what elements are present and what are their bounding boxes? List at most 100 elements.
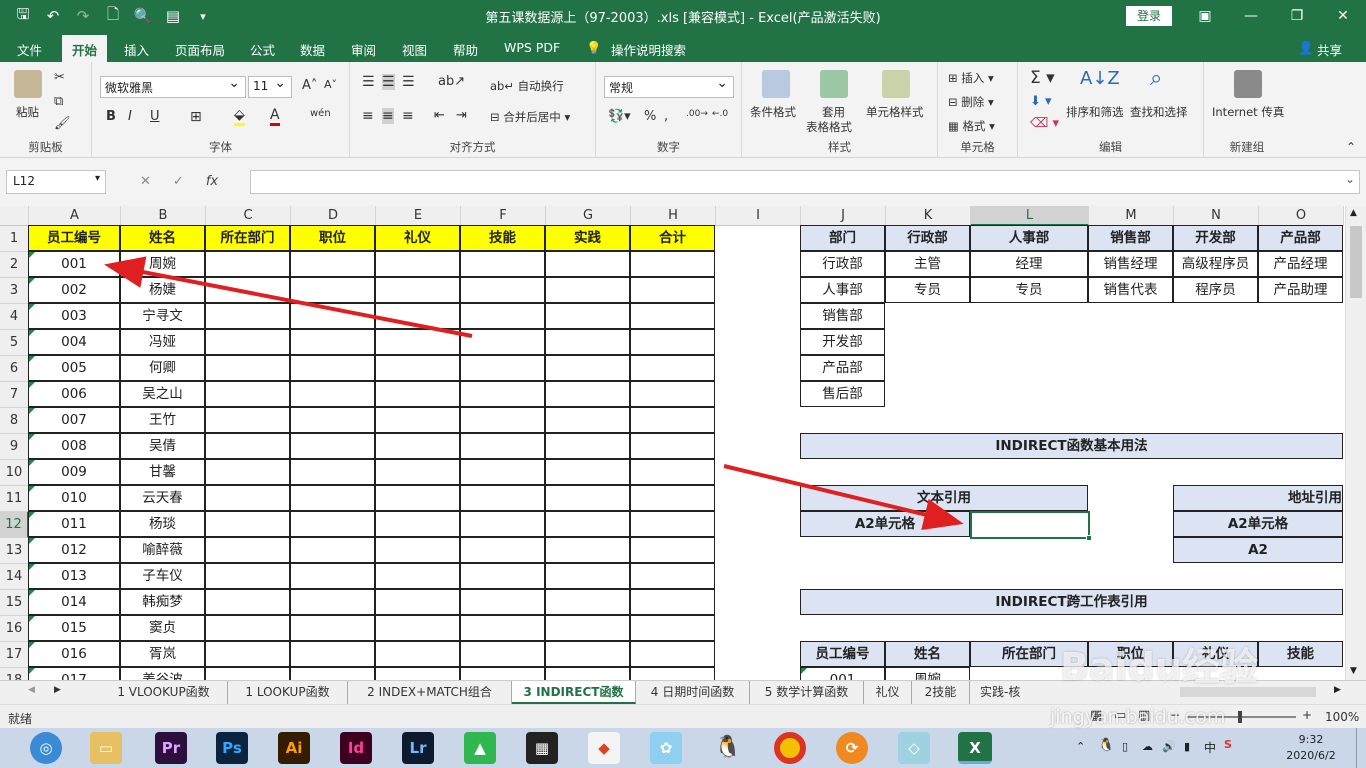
cell-H7-empty[interactable] — [630, 381, 715, 407]
sheet-tab-vlookup[interactable]: 1 VLOOKUP函数 — [100, 681, 228, 704]
sheet-tab-indirect[interactable]: 3 INDIRECT函数 — [512, 681, 636, 704]
orange-app-icon[interactable]: ⟳ — [836, 732, 868, 764]
cell-C8-empty[interactable] — [205, 407, 290, 433]
cell-H15-empty[interactable] — [630, 589, 715, 615]
cell-N3-position[interactable]: 程序员 — [1173, 277, 1258, 303]
cell-H10-empty[interactable] — [630, 459, 715, 485]
sheet-tab-math[interactable]: 5 数学计算函数 — [750, 681, 864, 704]
printer-icon[interactable] — [1234, 70, 1262, 98]
cell-D2-empty[interactable] — [290, 251, 375, 277]
cell-G15-empty[interactable] — [545, 589, 630, 615]
column-header-H[interactable]: H — [631, 206, 716, 226]
cell-F3-empty[interactable] — [460, 277, 545, 303]
name-box[interactable]: L12 ▾ — [6, 170, 106, 194]
restore-button[interactable]: ❐ — [1274, 0, 1320, 32]
cell-F4-empty[interactable] — [460, 303, 545, 329]
green-app-icon[interactable]: ▲ — [464, 732, 496, 764]
cell-E3-empty[interactable] — [375, 277, 460, 303]
cell-N12-a2-label-2[interactable]: A2单元格 — [1173, 511, 1343, 537]
cell-A9-employee-id[interactable]: 008 — [28, 433, 120, 459]
bold-icon[interactable]: B — [106, 109, 116, 124]
cell-B18-employee-name[interactable]: 姜谷波 — [120, 667, 205, 680]
cell-G18-empty[interactable] — [545, 667, 630, 680]
cell-E5-empty[interactable] — [375, 329, 460, 355]
accounting-format-icon[interactable]: 💱▾ — [608, 109, 631, 124]
row-header-10[interactable]: 10 — [0, 460, 29, 486]
login-button[interactable]: 登录 — [1126, 6, 1172, 26]
column-header-J[interactable]: J — [801, 206, 886, 226]
cell-H6-empty[interactable] — [630, 355, 715, 381]
cell-L3-position[interactable]: 专员 — [970, 277, 1088, 303]
crystal-app-icon[interactable]: ◇ — [898, 732, 930, 764]
row-header-11[interactable]: 11 — [0, 486, 29, 512]
comma-style-icon[interactable]: , — [664, 109, 668, 124]
column-header-B[interactable]: B — [121, 206, 206, 226]
cell-G4-empty[interactable] — [545, 303, 630, 329]
cell-A6-employee-id[interactable]: 005 — [28, 355, 120, 381]
cell-E15-empty[interactable] — [375, 589, 460, 615]
ribbon-display-icon[interactable]: ▣ — [1182, 0, 1228, 32]
cell-L2-position[interactable]: 经理 — [970, 251, 1088, 277]
align-center-icon[interactable]: ≡ — [382, 108, 394, 124]
cell-D15-empty[interactable] — [290, 589, 375, 615]
column-header-N[interactable]: N — [1174, 206, 1259, 226]
vertical-scrollbar[interactable]: ▲ ▼ — [1345, 206, 1366, 680]
cell-E8-empty[interactable] — [375, 407, 460, 433]
cell-G13-empty[interactable] — [545, 537, 630, 563]
cell-F14-empty[interactable] — [460, 563, 545, 589]
cell-E17-empty[interactable] — [375, 641, 460, 667]
zoom-in-icon[interactable]: + — [1302, 708, 1312, 722]
cell-H17-empty[interactable] — [630, 641, 715, 667]
cell-B7-employee-name[interactable]: 吴之山 — [120, 381, 205, 407]
lightroom-icon[interactable]: Lr — [402, 732, 434, 764]
column-header-D[interactable]: D — [291, 206, 376, 226]
format-painter-icon[interactable]: 🖌 — [54, 116, 71, 131]
cell-D8-empty[interactable] — [290, 407, 375, 433]
decrease-decimal-icon[interactable]: ←.0 — [712, 109, 728, 119]
cell-C2-empty[interactable] — [205, 251, 290, 277]
copy-icon[interactable]: ⧉ — [54, 94, 63, 109]
cell-K3-position[interactable]: 专员 — [885, 277, 970, 303]
cell-A11-employee-id[interactable]: 010 — [28, 485, 120, 511]
format-as-table-button[interactable]: 套用 — [822, 104, 845, 120]
cell-D6-empty[interactable] — [290, 355, 375, 381]
minimize-button[interactable]: — — [1228, 0, 1274, 32]
red-app-icon[interactable]: ◆ — [588, 732, 620, 764]
fill-icon[interactable]: ⬇ ▾ — [1030, 94, 1052, 109]
cell-B6-employee-name[interactable]: 何卿 — [120, 355, 205, 381]
cell-E13-empty[interactable] — [375, 537, 460, 563]
zoom-level[interactable]: 100% — [1325, 710, 1359, 724]
cell-H18-empty[interactable] — [630, 667, 715, 680]
row-header-1[interactable]: 1 — [0, 226, 29, 252]
cell-D1-header[interactable]: 职位 — [290, 225, 375, 251]
cell-E16-empty[interactable] — [375, 615, 460, 641]
column-header-K[interactable]: K — [886, 206, 971, 226]
column-header-E[interactable]: E — [376, 206, 461, 226]
cell-H4-empty[interactable] — [630, 303, 715, 329]
cell-J1-header[interactable]: 部门 — [800, 225, 885, 251]
sheet-tab-index-match[interactable]: 2 INDEX+MATCH组合 — [348, 681, 512, 704]
cell-D12-empty[interactable] — [290, 511, 375, 537]
insert-function-icon[interactable]: fx — [206, 174, 218, 189]
find-select-icon[interactable]: ⌕ — [1150, 66, 1162, 91]
shrink-font-icon[interactable]: A˅ — [324, 78, 337, 91]
phonetic-icon[interactable]: wén — [310, 108, 331, 119]
cell-E18-empty[interactable] — [375, 667, 460, 680]
sort-filter-icon[interactable]: A↓Z — [1080, 68, 1120, 89]
cell-D18-empty[interactable] — [290, 667, 375, 680]
row-header-7[interactable]: 7 — [0, 382, 29, 408]
cell-E9-empty[interactable] — [375, 433, 460, 459]
cell-C5-empty[interactable] — [205, 329, 290, 355]
merge-center-button[interactable]: ⊟ 合并后居中 ▾ — [490, 109, 570, 125]
format-as-table-icon[interactable] — [820, 70, 848, 98]
tab-wps-pdf[interactable]: WPS PDF — [504, 40, 560, 55]
cell-C15-empty[interactable] — [205, 589, 290, 615]
cell-O3-position[interactable]: 产品助理 — [1258, 277, 1343, 303]
wrap-text-button[interactable]: ab↵ 自动换行 — [490, 78, 564, 94]
premiere-icon[interactable]: Pr — [155, 732, 187, 764]
cell-M1-header[interactable]: 销售部 — [1088, 225, 1173, 251]
align-left-icon[interactable]: ≡ — [362, 108, 374, 124]
share-button[interactable]: 共享 — [1317, 40, 1342, 59]
row-header-16[interactable]: 16 — [0, 616, 29, 642]
increase-indent-icon[interactable]: ⇥ — [456, 108, 467, 123]
